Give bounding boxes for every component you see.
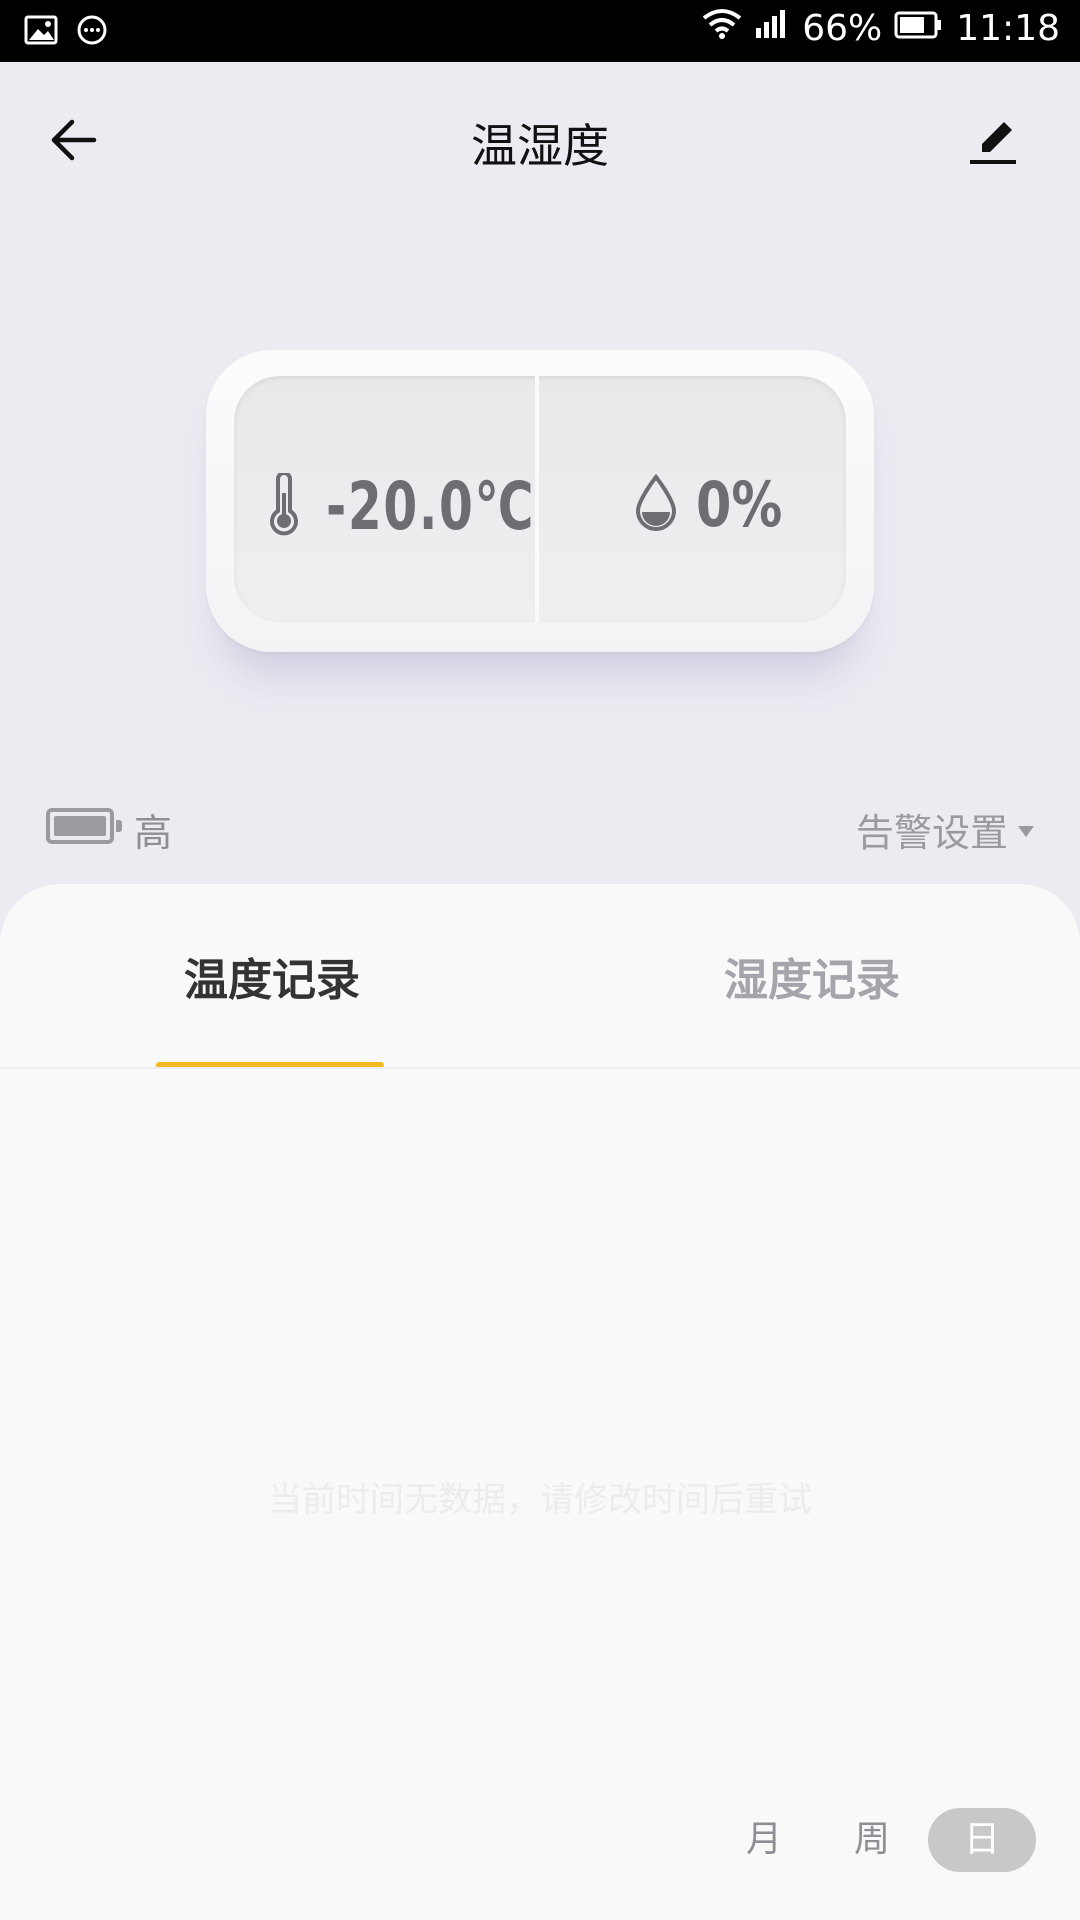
battery-icon xyxy=(46,808,122,844)
screen-divider xyxy=(535,376,539,622)
range-month-button[interactable]: 月 xyxy=(724,1808,804,1872)
temperature-value: -20.0℃ xyxy=(326,468,536,545)
tab-humidity-record[interactable]: 湿度记录 xyxy=(724,944,900,1008)
edit-button[interactable] xyxy=(968,114,1022,168)
alarm-settings-label: 告警设置 xyxy=(855,811,1008,855)
signal-icon xyxy=(754,8,790,49)
wifi-icon xyxy=(702,8,742,49)
water-drop-icon xyxy=(634,473,678,536)
message-icon xyxy=(76,14,108,50)
sensor-device: -20.0℃ 0% xyxy=(206,350,874,652)
tab-temperature-record[interactable]: 温度记录 xyxy=(184,944,360,1008)
records-panel: 温度记录 湿度记录 当前时间无数据，请修改时间后重试 月 周 日 xyxy=(0,884,1080,1920)
tab-divider xyxy=(0,1067,1080,1069)
clock: 11:18 xyxy=(956,8,1060,49)
temperature-readout: -20.0℃ xyxy=(264,468,581,545)
range-week-button[interactable]: 周 xyxy=(832,1808,912,1872)
caret-down-icon xyxy=(1018,826,1034,837)
range-day-button[interactable]: 日 xyxy=(928,1808,1036,1872)
alarm-settings-dropdown[interactable]: 告警设置 xyxy=(856,802,1034,857)
thermometer-icon xyxy=(264,470,304,541)
battery-percent: 66% xyxy=(802,8,883,49)
empty-data-message: 当前时间无数据，请修改时间后重试 xyxy=(268,1480,812,1520)
humidity-value: 0% xyxy=(696,468,783,541)
gallery-icon xyxy=(24,15,58,49)
pencil-icon xyxy=(970,122,1016,164)
humidity-readout: 0% xyxy=(634,468,801,541)
page-title: 温湿度 xyxy=(471,119,609,173)
header: 温湿度 xyxy=(0,62,1080,212)
sensor-screen: -20.0℃ 0% xyxy=(234,376,846,622)
battery-level-label: 高 xyxy=(134,811,173,855)
status-battery-icon xyxy=(894,8,944,49)
status-bar: 66% 11:18 xyxy=(0,0,1080,62)
